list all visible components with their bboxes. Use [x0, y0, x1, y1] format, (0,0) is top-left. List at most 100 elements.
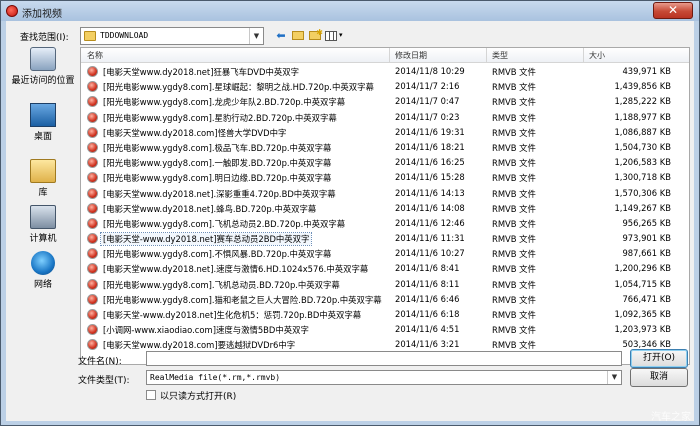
file-type: RMVB 文件: [492, 218, 536, 229]
file-type: RMVB 文件: [492, 234, 536, 245]
file-date: 2014/11/7 0:47: [395, 96, 460, 107]
file-row[interactable]: [电影天堂www.dy2018.com]怪兽大学DVD中字 2014/11/6 1…: [81, 125, 689, 140]
file-row[interactable]: [阳光电影www.ygdy8.com].星豹行动2.BD.720p.中英双字幕 2…: [81, 110, 689, 125]
place-computer[interactable]: 计算机: [10, 205, 76, 244]
places-bar: 最近访问的位置 桌面 库 计算机 网络: [10, 47, 76, 367]
folder-icon: [84, 31, 96, 41]
file-row[interactable]: [小调网-www.xiaodiao.com]速度与激情5BD中英双字 2014/1…: [81, 322, 689, 337]
computer-icon: [30, 205, 56, 229]
desktop-icon: [30, 103, 56, 127]
file-size: 1,092,365 KB: [614, 309, 671, 319]
file-type: RMVB 文件: [492, 67, 536, 77]
file-date: 2014/11/6 4:51: [395, 324, 460, 335]
place-desktop[interactable]: 桌面: [10, 103, 76, 142]
chevron-down-icon[interactable]: ▼: [249, 28, 263, 44]
file-name: [阳光电影www.ygdy8.com].猫和老鼠之巨人大冒险.BD.720p.中…: [103, 294, 382, 305]
file-type: RMVB 文件: [492, 264, 536, 275]
file-row[interactable]: [阳光电影www.ygdy8.com].极品飞车.BD.720p.中英双字幕 20…: [81, 140, 689, 155]
file-row[interactable]: [阳光电影www.ygdy8.com].一触即发.BD.720p.中英双字幕 20…: [81, 155, 689, 170]
look-in-dropdown[interactable]: TDDOWNLOAD ▼: [80, 27, 264, 45]
column-divider[interactable]: [583, 48, 584, 63]
file-type: RMVB 文件: [492, 173, 536, 184]
readonly-checkbox[interactable]: [146, 390, 156, 400]
file-list[interactable]: 名称 修改日期 类型 大小 [电影天堂www.dy2018.net]狂暴飞车DV…: [80, 47, 690, 365]
rmvb-file-icon: [87, 217, 98, 229]
file-date: 2014/11/6 18:21: [395, 141, 465, 152]
file-row[interactable]: [阳光电影www.ygdy8.com].龙虎少年队2.BD.720p.中英双字幕…: [81, 94, 689, 109]
file-date: 2014/11/8 10:29: [395, 66, 465, 76]
place-library[interactable]: 库: [10, 159, 76, 198]
file-row[interactable]: [电影天堂www.dy2018.net].深影重重4.720p.BD中英双字幕 2…: [81, 186, 689, 201]
file-date: 2014/11/6 14:13: [395, 187, 465, 198]
place-recent[interactable]: 最近访问的位置: [10, 47, 76, 86]
dialog-body: 查找范围(I): TDDOWNLOAD ▼ ⬅ ✱ ▾ 最近访问的位置 桌面 库…: [6, 21, 694, 421]
file-row[interactable]: [电影天堂www.dy2018.net].速度与激情6.HD.1024x576.…: [81, 261, 689, 276]
file-name: [电影天堂www.dy2018.net]狂暴飞车DVD中英双字: [103, 67, 299, 77]
file-size: 1,206,583 KB: [614, 157, 671, 168]
rmvb-file-icon: [87, 293, 98, 305]
filetype-value: RealMedia file(*.rm,*.rmvb): [150, 373, 281, 382]
file-row[interactable]: [阳光电影www.ygdy8.com].明日边缘.BD.720p.中英双字幕 20…: [81, 170, 689, 185]
view-grid-icon: [325, 31, 337, 41]
place-network[interactable]: 网络: [10, 251, 76, 290]
list-header: 名称 修改日期 类型 大小: [81, 48, 689, 63]
up-folder-button[interactable]: [290, 28, 306, 43]
file-row[interactable]: [电影天堂-www.dy2018.net]赛车总动员2BD中英双字 2014/11…: [81, 231, 689, 247]
file-row[interactable]: [阳光电影www.ygdy8.com].飞机总动员.BD.720p.中英双字幕 2…: [81, 277, 689, 292]
file-name: [阳光电影www.ygdy8.com].龙虎少年队2.BD.720p.中英双字幕: [103, 97, 346, 108]
readonly-label[interactable]: 以只读方式打开(R): [160, 389, 236, 402]
back-arrow-icon[interactable]: ⬅: [273, 28, 289, 43]
close-button[interactable]: ✕: [653, 2, 693, 19]
file-date: 2014/11/6 11:31: [395, 233, 465, 244]
column-divider[interactable]: [389, 48, 390, 63]
column-header-name[interactable]: 名称: [87, 50, 103, 61]
new-folder-button[interactable]: ✱: [307, 28, 323, 43]
file-name: [电影天堂www.dy2018.net].深影重重4.720p.BD中英双字幕: [103, 188, 336, 199]
file-name: [电影天堂www.dy2018.com]要逃越狱DVDr6中字: [103, 340, 296, 351]
filename-input[interactable]: [146, 351, 622, 366]
column-divider[interactable]: [486, 48, 487, 63]
file-row[interactable]: [阳光电影www.ygdy8.com].猫和老鼠之巨人大冒险.BD.720p.中…: [81, 292, 689, 307]
file-date: 2014/11/6 8:41: [395, 263, 460, 274]
cancel-button[interactable]: 取消: [630, 368, 688, 387]
file-size: 1,285,222 KB: [614, 96, 671, 107]
file-row[interactable]: [电影天堂-www.dy2018.net]生化危机5：惩罚.720p.BD中英双…: [81, 307, 689, 322]
rmvb-file-icon: [87, 66, 98, 77]
file-name: [阳光电影www.ygdy8.com].一触即发.BD.720p.中英双字幕: [103, 158, 332, 169]
column-header-type[interactable]: 类型: [492, 50, 508, 61]
file-name: [阳光电影www.ygdy8.com].星豹行动2.BD.720p.中英双字幕: [103, 112, 337, 123]
file-type: RMVB 文件: [492, 158, 536, 169]
file-rows: [电影天堂www.dy2018.net]狂暴飞车DVD中英双字 2014/11/8…: [81, 64, 689, 353]
filetype-dropdown[interactable]: RealMedia file(*.rm,*.rmvb) ▼: [146, 370, 622, 385]
column-header-size[interactable]: 大小: [589, 50, 605, 61]
file-row[interactable]: [阳光电影www.ygdy8.com].飞机总动员2.BD.720p.中英双字幕…: [81, 216, 689, 231]
file-row[interactable]: [电影天堂www.dy2018.net]狂暴飞车DVD中英双字 2014/11/8…: [81, 64, 689, 79]
file-row[interactable]: [阳光电影www.ygdy8.com].星球崛起：黎明之战.HD.720p.中英…: [81, 79, 689, 94]
up-folder-icon: [292, 31, 304, 40]
file-type: RMVB 文件: [492, 142, 536, 153]
file-type: RMVB 文件: [492, 82, 536, 93]
library-icon: [30, 159, 56, 183]
file-size: 1,054,715 KB: [614, 278, 671, 289]
file-row[interactable]: [阳光电影www.ygdy8.com].不惧风暴.BD.720p.中英双字幕 20…: [81, 246, 689, 261]
file-date: 2014/11/7 0:23: [395, 111, 460, 122]
place-label: 桌面: [33, 132, 52, 142]
chevron-down-icon[interactable]: ▼: [607, 371, 621, 384]
file-date: 2014/11/6 12:46: [395, 217, 465, 228]
file-type: RMVB 文件: [492, 203, 536, 214]
file-name: [阳光电影www.ygdy8.com].极品飞车.BD.720p.中英双字幕: [103, 142, 332, 153]
file-date: 2014/11/6 15:28: [395, 172, 465, 183]
view-menu-button[interactable]: ▾: [324, 28, 346, 43]
file-type: RMVB 文件: [492, 340, 536, 351]
place-label: 网络: [33, 280, 52, 290]
title-bar[interactable]: 添加视频 ✕: [1, 1, 699, 21]
column-header-date[interactable]: 修改日期: [395, 50, 427, 61]
recent-places-icon: [30, 47, 56, 71]
file-size: 956,265 KB: [622, 217, 671, 228]
file-name: [阳光电影www.ygdy8.com].飞机总动员.BD.720p.中英双字幕: [103, 279, 340, 290]
file-type: RMVB 文件: [492, 188, 536, 199]
look-in-value: TDDOWNLOAD: [100, 31, 149, 40]
file-row[interactable]: [电影天堂www.dy2018.net].蜂鸟.BD.720p.中英双字幕 201…: [81, 201, 689, 216]
open-button[interactable]: 打开(O): [630, 349, 688, 368]
file-size: 1,570,306 KB: [614, 187, 671, 198]
